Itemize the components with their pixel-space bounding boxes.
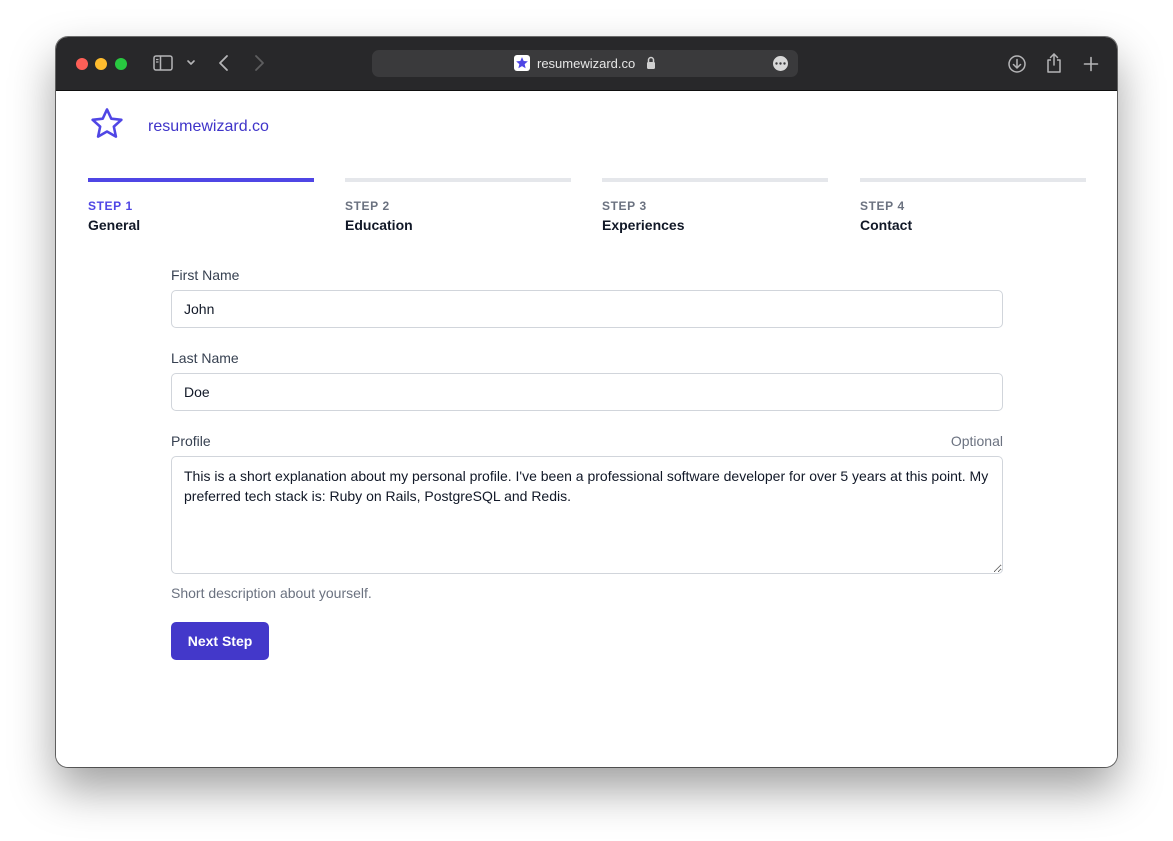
profile-label-row: Profile Optional: [171, 433, 1003, 449]
profile-help-text: Short description about yourself.: [171, 585, 372, 601]
zoom-window-button[interactable]: [115, 58, 127, 70]
new-tab-icon[interactable]: [1083, 56, 1099, 72]
step-number: STEP 1: [88, 199, 133, 213]
step-contact[interactable]: STEP 4 Contact: [860, 178, 1086, 233]
step-education[interactable]: STEP 2 Education: [345, 178, 571, 233]
download-icon[interactable]: [1007, 54, 1027, 74]
favicon-star-icon: [514, 55, 530, 71]
step-number: STEP 3: [602, 199, 647, 213]
step-name: Experiences: [602, 217, 685, 233]
step-experiences[interactable]: STEP 3 Experiences: [602, 178, 828, 233]
step-progress: STEP 1 General STEP 2 Education STEP 3 E…: [88, 178, 1086, 238]
first-name-label: First Name: [171, 267, 240, 283]
page-content: resumewizard.co STEP 1 General STEP 2 Ed…: [56, 91, 1117, 767]
profile-textarea[interactable]: This is a short explanation about my per…: [171, 456, 1003, 574]
step-bar: [602, 178, 828, 182]
chevron-down-icon[interactable]: [186, 59, 196, 67]
next-step-button[interactable]: Next Step: [171, 622, 269, 660]
address-bar[interactable]: resumewizard.co: [372, 50, 798, 77]
step-bar: [345, 178, 571, 182]
address-url: resumewizard.co: [537, 56, 636, 71]
browser-window: resumewizard.co resumewizard.co STEP 1 G…: [56, 37, 1117, 767]
step-general[interactable]: STEP 1 General: [88, 178, 314, 233]
brand-link[interactable]: resumewizard.co: [148, 118, 269, 136]
step-bar: [88, 178, 314, 182]
minimize-window-button[interactable]: [95, 58, 107, 70]
close-window-button[interactable]: [76, 58, 88, 70]
step-name: Contact: [860, 217, 913, 233]
browser-toolbar: resumewizard.co: [56, 37, 1117, 91]
step-bar: [860, 178, 1086, 182]
sidebar-icon[interactable]: [153, 55, 173, 71]
optional-hint: Optional: [950, 433, 1003, 449]
step-number: STEP 2: [345, 199, 390, 213]
share-icon[interactable]: [1045, 52, 1063, 74]
forward-icon[interactable]: [252, 54, 266, 72]
last-name-label: Last Name: [171, 350, 239, 366]
profile-label: Profile: [171, 433, 211, 449]
general-form: First Name Last Name Profile Optional Th…: [171, 267, 1003, 660]
first-name-input[interactable]: [171, 290, 1003, 328]
last-name-input[interactable]: [171, 373, 1003, 411]
more-icon[interactable]: [773, 56, 788, 71]
step-name: General: [88, 217, 141, 233]
lock-icon: [646, 56, 656, 75]
step-number: STEP 4: [860, 199, 905, 213]
star-icon[interactable]: [89, 106, 125, 142]
step-name: Education: [345, 217, 413, 233]
back-icon[interactable]: [217, 54, 231, 72]
